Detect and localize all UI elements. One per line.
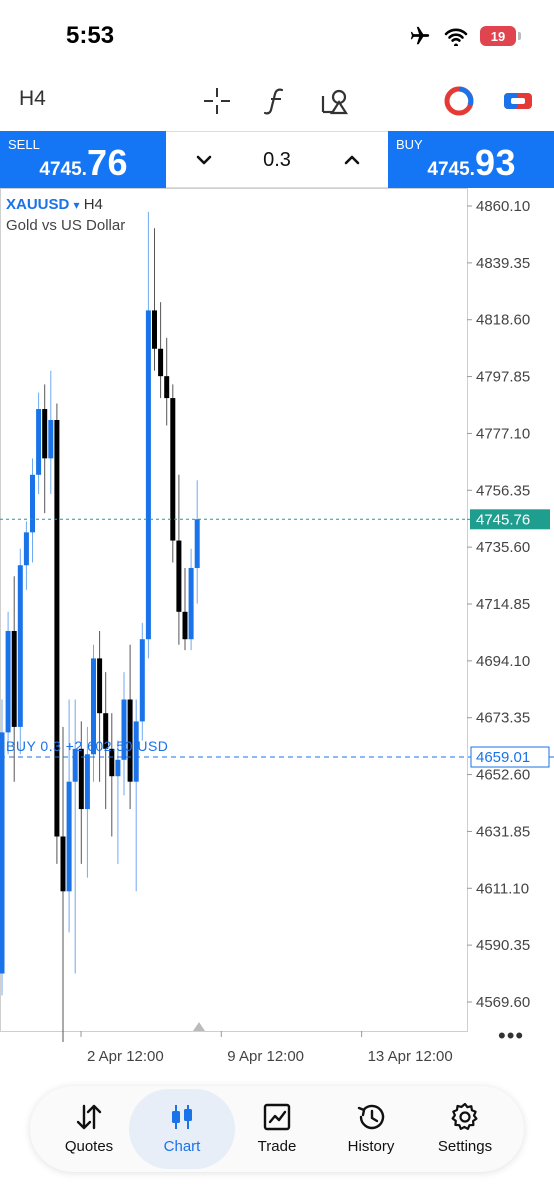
bid-price-label: 4745.76	[476, 511, 530, 528]
candle-body	[17, 565, 23, 727]
increase-volume-button[interactable]	[338, 146, 366, 174]
symbol-header[interactable]: XAUUSD ▾ H4	[6, 196, 103, 213]
candle-body	[30, 474, 35, 533]
candle-body	[115, 759, 121, 777]
chart-shift-marker	[193, 1022, 205, 1031]
candle-body	[78, 748, 84, 810]
settings-gear-icon	[451, 1102, 478, 1130]
candle-body	[23, 532, 29, 566]
history-clock-icon	[357, 1104, 385, 1130]
symbol-name[interactable]: XAUUSD	[6, 196, 69, 213]
y-tick-label: 4777.10	[476, 425, 530, 442]
x-tick-label: 9 Apr 12:00	[227, 1048, 304, 1065]
y-tick-label: 4839.35	[476, 255, 530, 272]
sell-label: SELL	[8, 137, 40, 152]
volume-control: 0.3	[166, 131, 388, 188]
candlestick-chart[interactable]: 4860.10 4839.35 4818.60 4797.85 4777.10 4756.…	[0, 188, 554, 1078]
nav-history[interactable]: History	[322, 1086, 420, 1172]
candle-body	[139, 639, 145, 722]
y-tick-label: 4714.85	[476, 596, 530, 613]
trade-chart-icon	[263, 1103, 291, 1131]
candle-body	[158, 348, 164, 377]
candle-body	[152, 310, 157, 349]
y-tick-label: 4611.10	[476, 880, 529, 897]
nav-quotes[interactable]: Quotes	[40, 1086, 138, 1172]
y-tick-label: 4735.60	[476, 539, 530, 556]
y-tick-label: 4694.10	[476, 653, 530, 670]
candle-body	[48, 420, 54, 459]
candle-body	[11, 630, 17, 727]
battery-icon: 19	[480, 26, 521, 46]
candle-body	[36, 409, 42, 475]
y-tick-label: 4652.60	[476, 767, 530, 784]
bottom-navigation: Quotes Chart Trade History Settings	[30, 1086, 524, 1172]
nav-label: Quotes	[64, 1138, 114, 1155]
x-tick-label: 13 Apr 12:00	[368, 1048, 453, 1065]
nav-trade[interactable]: Trade	[228, 1086, 326, 1172]
price-chart[interactable]: 4860.10 4839.35 4818.60 4797.85 4777.10 4756.…	[0, 188, 554, 1078]
candle-body	[164, 376, 170, 399]
one-click-trade-bar: SELL 4745. 76 0.3 BUY 4745. 93	[0, 131, 554, 188]
battery-level: 19	[490, 28, 506, 44]
nav-label: Chart	[163, 1138, 201, 1155]
symbol-timeframe: H4	[83, 196, 103, 213]
y-tick-label: 4569.60	[476, 994, 530, 1011]
candle-body	[5, 630, 11, 733]
status-time: 5:53	[66, 22, 115, 49]
symbol-dropdown-icon[interactable]: ▾	[74, 198, 80, 212]
nav-settings[interactable]: Settings	[416, 1086, 514, 1172]
y-tick-label: 4797.85	[476, 369, 530, 386]
account-icon[interactable]	[441, 83, 477, 119]
candle-body	[66, 781, 72, 892]
status-icons: 19	[408, 25, 521, 47]
chart-toolbar: H4	[0, 75, 554, 131]
candle-body	[97, 658, 103, 714]
y-tick-label: 4631.85	[476, 823, 530, 840]
function-icon[interactable]	[258, 83, 294, 119]
status-bar: 5:53 19	[0, 0, 554, 75]
nav-label: Trade	[257, 1138, 297, 1155]
y-tick-label: 4673.35	[476, 710, 530, 727]
y-tick-label: 4860.10	[476, 198, 530, 215]
trading-icon[interactable]	[500, 83, 536, 119]
candle-body	[182, 611, 188, 640]
wifi-icon	[444, 28, 468, 46]
candle-body	[84, 754, 90, 810]
candle-body	[188, 567, 194, 640]
candle-body	[194, 519, 200, 568]
sell-button[interactable]: SELL 4745. 76	[0, 131, 166, 188]
more-icon[interactable]: •••	[498, 1023, 524, 1049]
buy-price: 4745. 93	[427, 142, 516, 183]
y-tick-label: 4590.35	[476, 937, 530, 954]
buy-button[interactable]: BUY 4745. 93	[388, 131, 554, 188]
nav-chart[interactable]: Chart	[129, 1086, 235, 1172]
candle-body	[0, 732, 5, 974]
position-line-label[interactable]: BUY 0.3 +2 602.50 USD	[6, 738, 168, 754]
candle-body	[60, 836, 66, 892]
timeframe-selector[interactable]: H4	[19, 87, 46, 111]
sell-price: 4745. 76	[39, 142, 128, 183]
buy-label: BUY	[396, 137, 423, 152]
candle-body	[42, 409, 48, 459]
crosshair-icon[interactable]	[199, 83, 235, 119]
objects-icon[interactable]	[317, 83, 353, 119]
x-tick-label: 2 Apr 12:00	[87, 1048, 164, 1065]
quotes-arrows-icon	[76, 1104, 102, 1130]
airplane-icon	[410, 26, 430, 45]
candles-icon	[172, 1105, 192, 1129]
symbol-description: Gold vs US Dollar	[6, 217, 126, 234]
position-price-label: 4659.01	[476, 749, 530, 766]
candle-body	[54, 420, 60, 837]
y-tick-label: 4756.35	[476, 482, 530, 499]
candle-body	[145, 310, 151, 640]
y-tick-label: 4818.60	[476, 312, 530, 329]
nav-label: History	[347, 1138, 395, 1155]
chevron-up-icon	[344, 155, 360, 165]
plot-frame	[0, 188, 468, 1032]
candle-body	[176, 540, 182, 612]
nav-label: Settings	[437, 1138, 493, 1155]
